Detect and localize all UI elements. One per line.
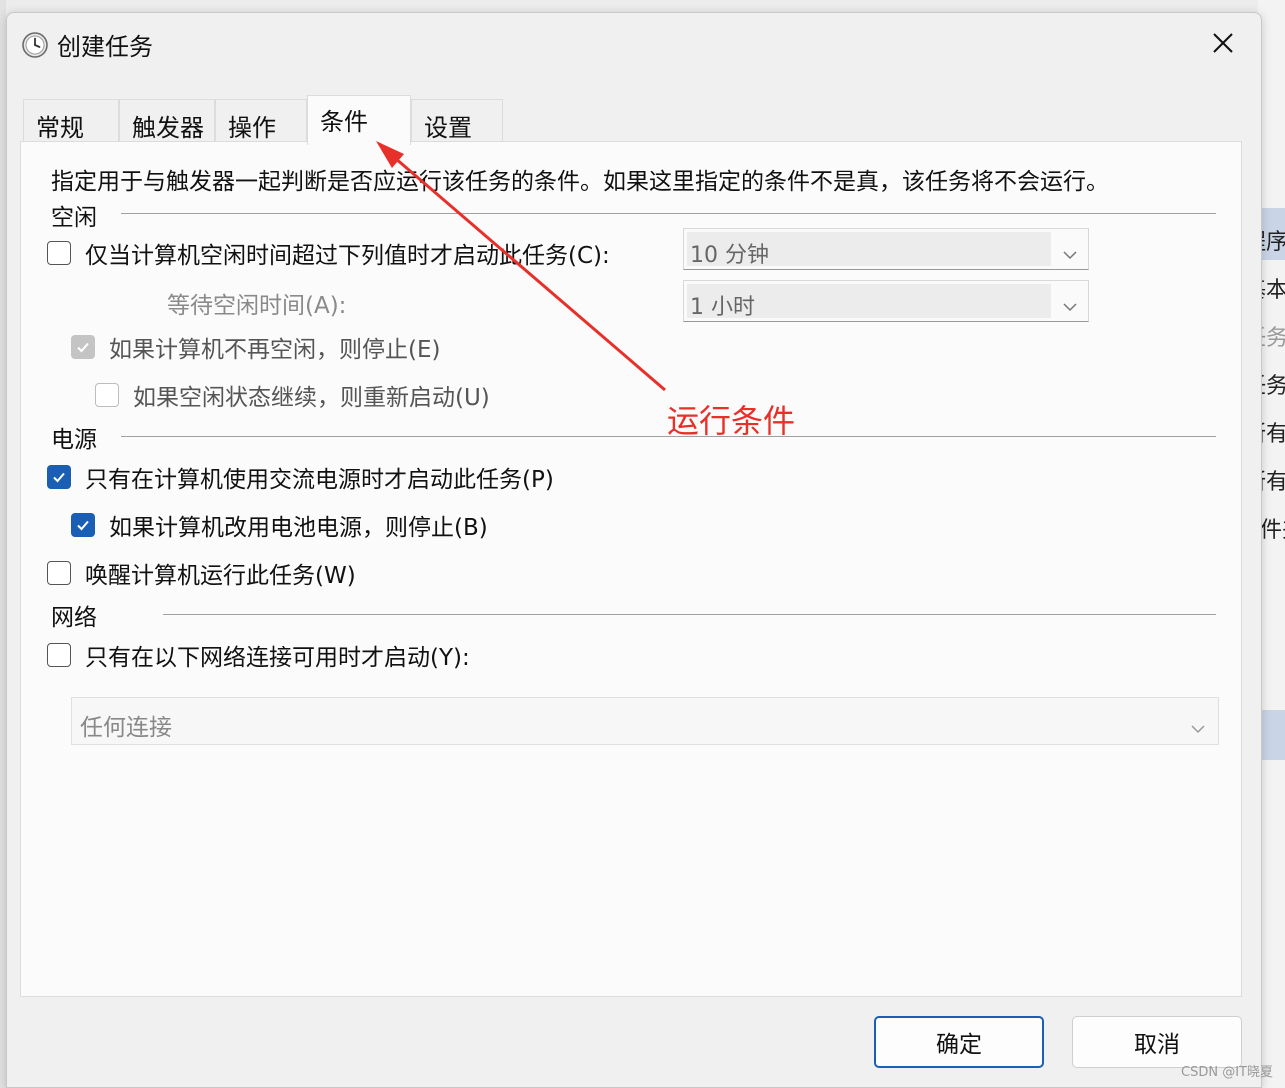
chevron-down-icon	[1190, 714, 1206, 740]
network-connection-value: 任何连接	[80, 715, 172, 741]
network-group-label: 网络	[51, 605, 97, 631]
stop-on-battery-label: 如果计算机改用电池电源，则停止(B)	[109, 515, 488, 541]
idle-group-divider	[121, 213, 1216, 214]
start-if-idle-checkbox[interactable]	[47, 241, 71, 265]
restart-if-idle-checkbox[interactable]	[95, 383, 119, 407]
stop-if-not-idle-checkbox[interactable]	[71, 335, 95, 359]
network-group-divider	[163, 614, 1216, 615]
start-if-idle-label: 仅当计算机空闲时间超过下列值时才启动此任务(C):	[85, 243, 610, 269]
restart-if-idle-option[interactable]: 如果空闲状态继续，则重新启动(U)	[95, 378, 490, 412]
start-if-idle-option[interactable]: 仅当计算机空闲时间超过下列值时才启动此任务(C):	[47, 236, 610, 270]
ac-power-only-checkbox[interactable]	[47, 465, 71, 489]
stop-if-not-idle-option[interactable]: 如果计算机不再空闲，则停止(E)	[71, 330, 440, 364]
clock-icon	[21, 31, 49, 59]
network-connection-select[interactable]: 任何连接	[71, 697, 1219, 745]
wake-to-run-checkbox[interactable]	[47, 561, 71, 585]
stop-if-not-idle-label: 如果计算机不再空闲，则停止(E)	[109, 337, 441, 363]
dialog-title: 创建任务	[57, 33, 153, 61]
checkmark-icon	[77, 520, 89, 531]
stop-on-battery-option[interactable]: 如果计算机改用电池电源，则停止(B)	[71, 508, 488, 542]
wait-duration-select[interactable]: 1 小时	[683, 280, 1089, 322]
tab-settings[interactable]: 设置	[411, 99, 503, 143]
wait-duration-value: 1 小时	[690, 295, 755, 320]
idle-duration-value: 10 分钟	[690, 243, 769, 268]
checkmark-icon	[53, 472, 65, 483]
ok-button[interactable]: 确定	[874, 1016, 1044, 1068]
checkmark-icon	[77, 342, 89, 353]
conditions-description: 指定用于与触发器一起判断是否应运行该任务的条件。如果这里指定的条件不是真，该任务…	[51, 169, 1109, 195]
close-icon	[1213, 33, 1233, 53]
background-highlight	[1258, 710, 1285, 760]
wake-to-run-option[interactable]: 唤醒计算机运行此任务(W)	[47, 556, 356, 590]
watermark: CSDN @IT晓夏	[1181, 1065, 1273, 1080]
power-group-label: 电源	[51, 427, 97, 453]
create-task-dialog: 创建任务 常规 触发器 操作 条件 设置 指定用于与触发器一起判断是否应运行该任…	[6, 12, 1262, 1088]
tab-actions[interactable]: 操作	[215, 99, 307, 143]
background-app-strip: 程序 基本 任务 任务 所有 所有 文件夹	[1258, 0, 1285, 1088]
restart-if-idle-label: 如果空闲状态继续，则重新启动(U)	[133, 385, 490, 411]
tab-general[interactable]: 常规	[23, 99, 119, 143]
tab-conditions[interactable]: 条件	[307, 95, 411, 145]
network-only-checkbox[interactable]	[47, 643, 71, 667]
chevron-down-icon	[1062, 241, 1078, 266]
close-button[interactable]	[1203, 25, 1243, 61]
stop-on-battery-checkbox[interactable]	[71, 513, 95, 537]
tab-triggers[interactable]: 触发器	[119, 99, 215, 143]
chevron-down-icon	[1062, 293, 1078, 318]
wake-to-run-label: 唤醒计算机运行此任务(W)	[85, 563, 356, 589]
ac-power-only-option[interactable]: 只有在计算机使用交流电源时才启动此任务(P)	[47, 460, 554, 494]
title-bar: 创建任务	[7, 13, 1261, 73]
network-only-label: 只有在以下网络连接可用时才启动(Y):	[85, 645, 470, 671]
conditions-panel: 指定用于与触发器一起判断是否应运行该任务的条件。如果这里指定的条件不是真，该任务…	[20, 141, 1242, 997]
network-only-option[interactable]: 只有在以下网络连接可用时才启动(Y):	[47, 638, 470, 672]
ac-power-only-label: 只有在计算机使用交流电源时才启动此任务(P)	[85, 467, 554, 493]
wait-for-idle-label: 等待空闲时间(A):	[167, 286, 346, 320]
idle-duration-select[interactable]: 10 分钟	[683, 228, 1089, 270]
wait-for-idle-text: 等待空闲时间(A):	[167, 293, 347, 319]
idle-group-label: 空闲	[51, 205, 97, 231]
annotation-label: 运行条件	[667, 402, 796, 440]
